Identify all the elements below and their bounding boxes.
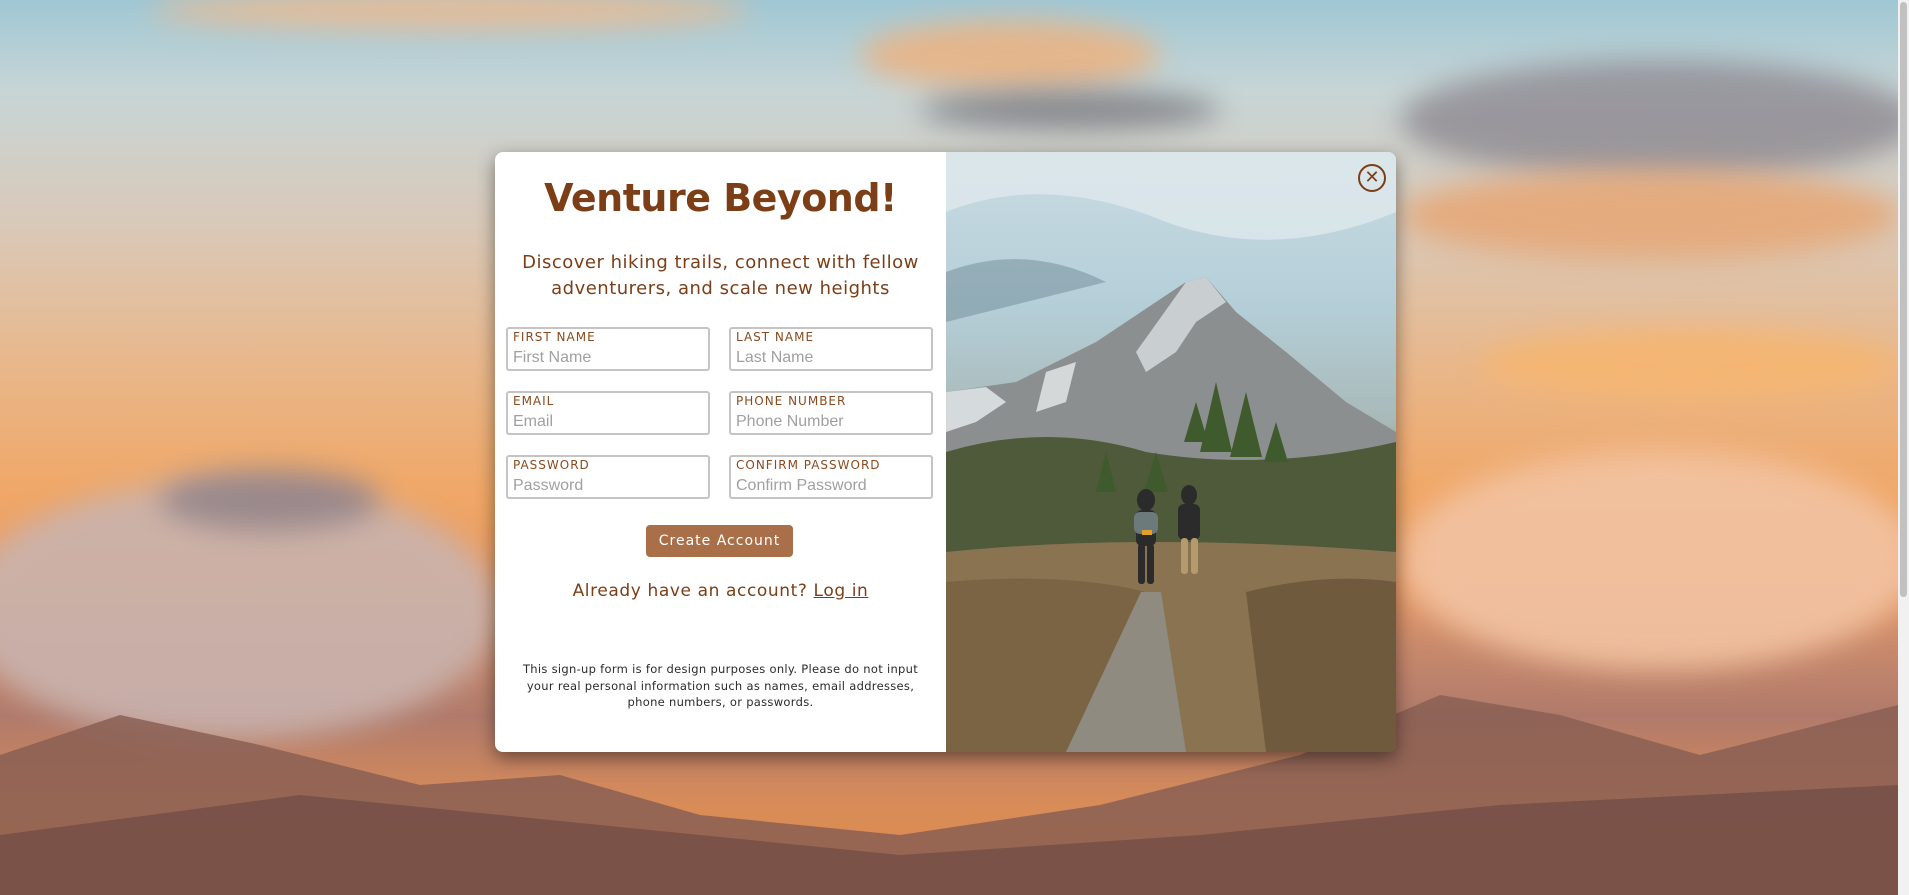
last-name-field: LAST NAME xyxy=(729,327,933,371)
first-name-field: FIRST NAME xyxy=(506,327,710,371)
cloud xyxy=(920,90,1220,130)
phone-number-field: PHONE NUMBER xyxy=(729,391,933,435)
confirm-password-field: CONFIRM PASSWORD xyxy=(729,455,933,499)
cloud xyxy=(1480,330,1898,400)
phone-number-input[interactable] xyxy=(735,412,929,432)
photo-illustration xyxy=(946,152,1396,752)
confirm-password-label: CONFIRM PASSWORD xyxy=(736,458,881,472)
first-name-label: FIRST NAME xyxy=(513,330,596,344)
cloud xyxy=(160,470,380,530)
signup-form: Venture Beyond! Discover hiking trails, … xyxy=(495,152,946,752)
login-link[interactable]: Log in xyxy=(814,581,869,601)
cloud xyxy=(1400,170,1898,260)
cloud xyxy=(150,0,750,30)
modal-title: Venture Beyond! xyxy=(544,176,897,220)
password-field: PASSWORD xyxy=(506,455,710,499)
modal-subtitle: Discover hiking trails, connect with fel… xyxy=(522,252,919,299)
last-name-input[interactable] xyxy=(735,348,929,368)
disclaimer-text: This sign-up form is for design purposes… xyxy=(522,662,919,709)
phone-number-label: PHONE NUMBER xyxy=(736,394,847,408)
login-prompt-text: Already have an account? xyxy=(572,581,808,601)
email-input[interactable] xyxy=(512,412,706,432)
email-label: EMAIL xyxy=(513,394,555,408)
first-name-input[interactable] xyxy=(512,348,706,368)
create-account-button[interactable]: Create Account xyxy=(646,525,793,557)
hikers-mountain-photo: ✕ xyxy=(946,152,1396,752)
close-icon: ✕ xyxy=(1364,167,1380,188)
page-scrollbar[interactable] xyxy=(1898,0,1909,895)
last-name-label: LAST NAME xyxy=(736,330,815,344)
cloud xyxy=(860,20,1160,90)
close-button[interactable]: ✕ xyxy=(1358,164,1386,192)
password-input[interactable] xyxy=(512,476,706,496)
cloud xyxy=(1400,60,1898,180)
password-label: PASSWORD xyxy=(513,458,590,472)
scrollbar-thumb[interactable] xyxy=(1900,2,1907,597)
signup-modal: Venture Beyond! Discover hiking trails, … xyxy=(495,152,1396,752)
login-prompt: Already have an account? Log in xyxy=(495,581,946,601)
confirm-password-input[interactable] xyxy=(735,476,929,496)
email-field: EMAIL xyxy=(506,391,710,435)
